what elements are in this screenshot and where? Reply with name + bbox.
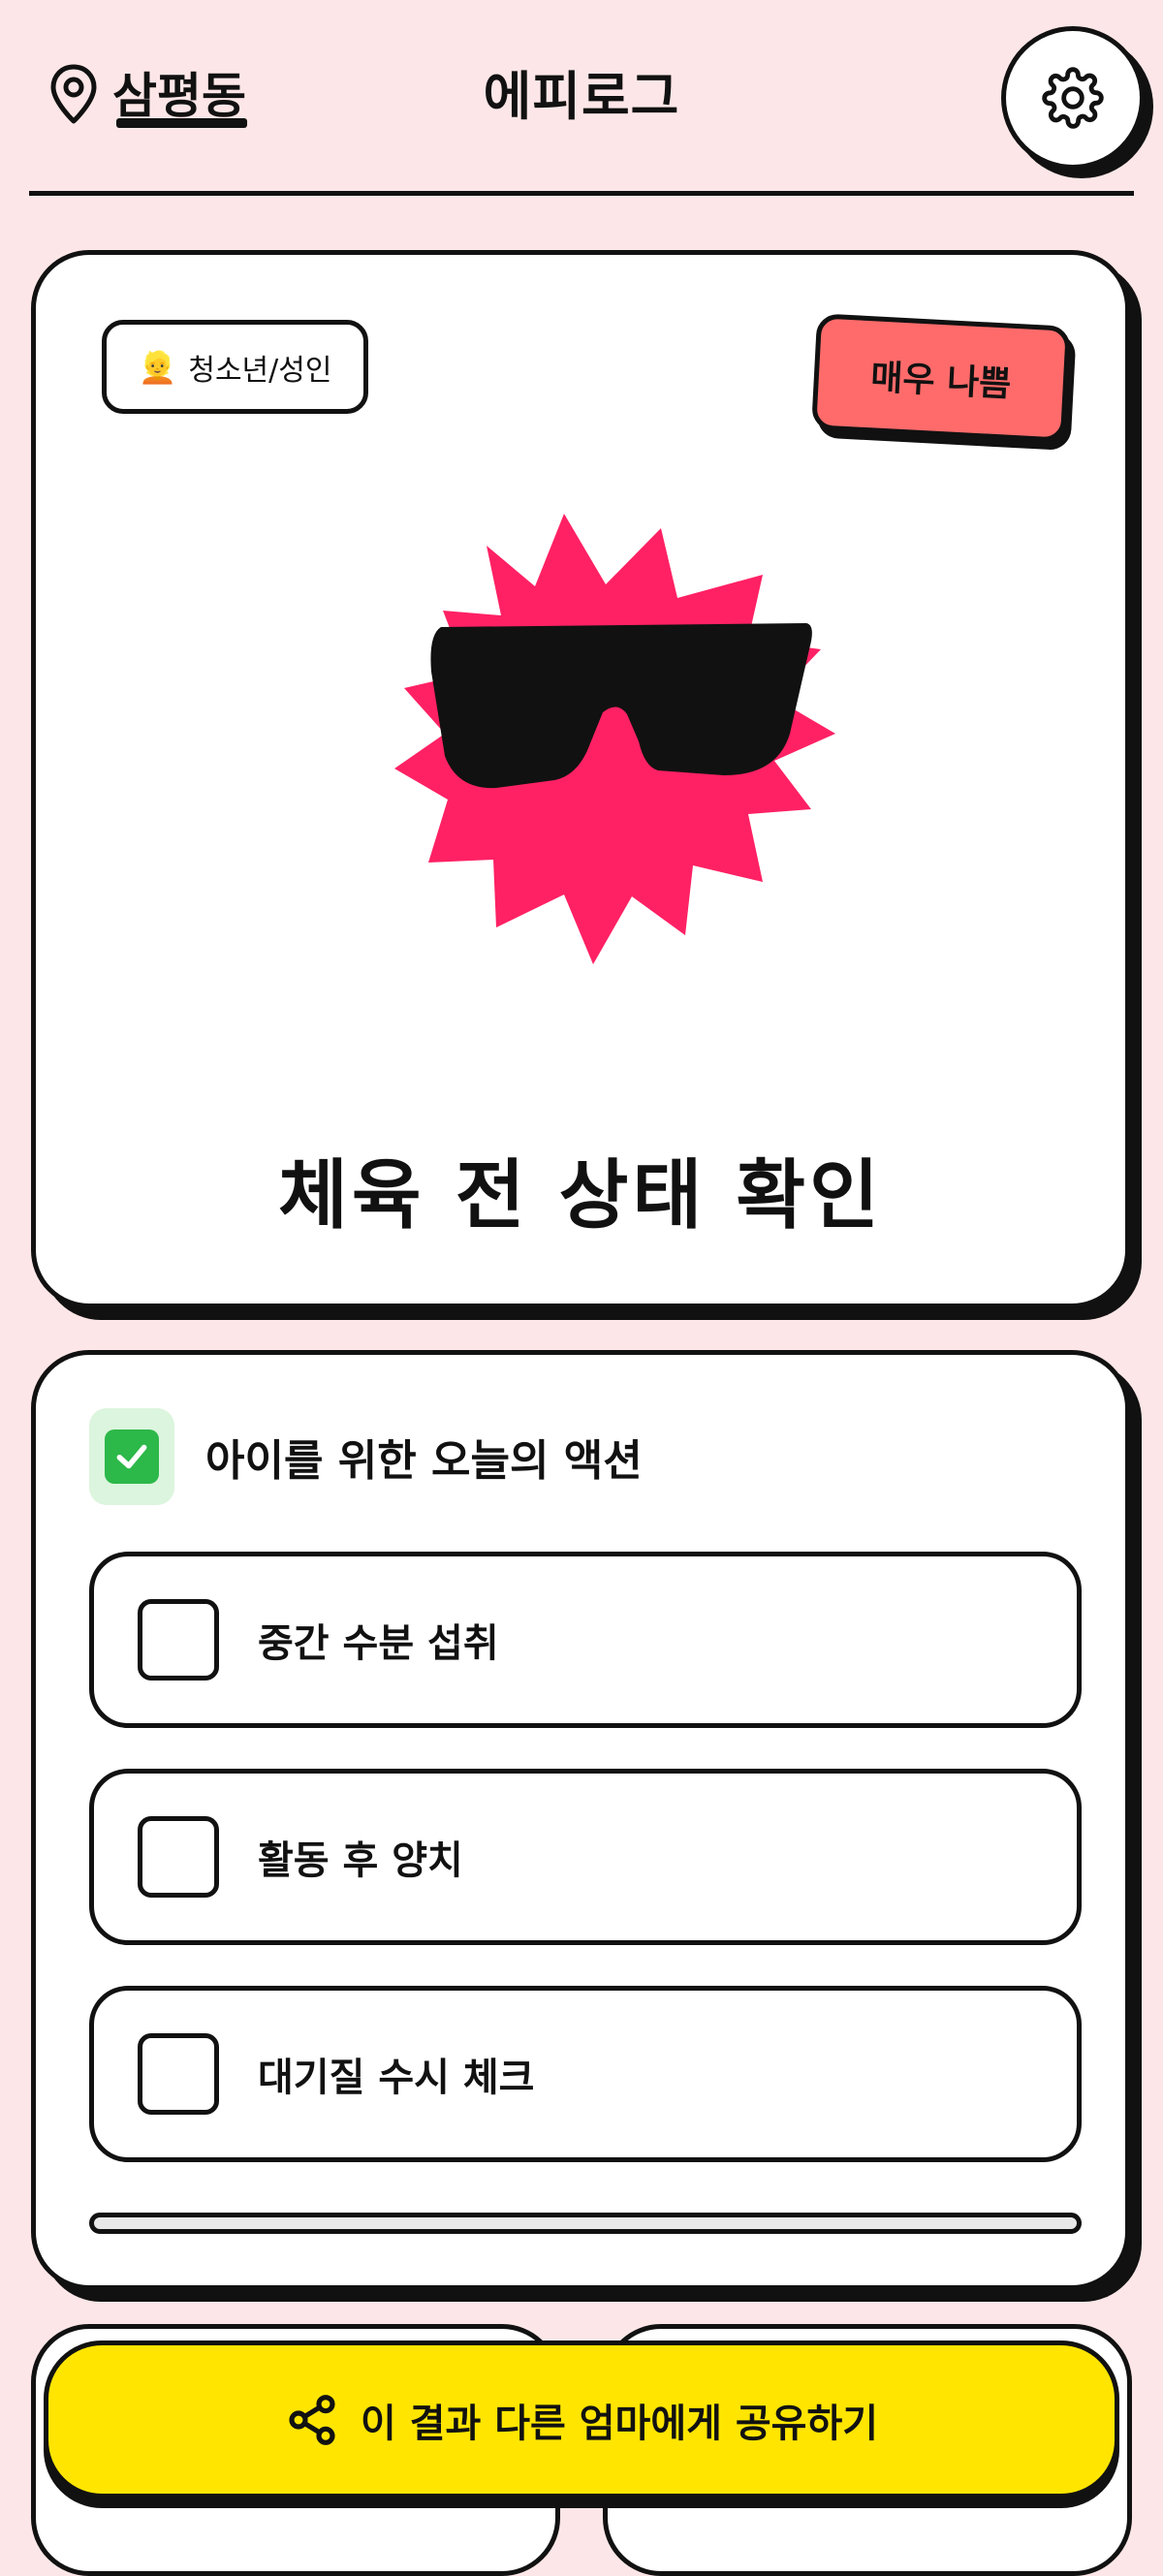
action-label: 중간 수분 섭취 (258, 1621, 499, 1666)
settings-button[interactable] (1001, 26, 1145, 170)
actions-progress-bar (89, 2213, 1082, 2234)
top-bar: 삼평동 에피로그 (0, 0, 1163, 199)
status-badge: 매우 나쁨 (811, 313, 1071, 443)
header-divider (29, 191, 1134, 196)
age-group-chip[interactable]: 👱 청소년/성인 (102, 320, 368, 414)
person-icon: 👱 (138, 348, 177, 386)
section-header: 아이를 위한 오늘의 액션 (89, 1408, 643, 1505)
card-headline: 체육 전 상태 확인 (278, 1152, 883, 1240)
action-checkbox[interactable] (138, 2033, 219, 2115)
share-button[interactable]: 이 결과 다른 엄마에게 공유하기 (44, 2340, 1119, 2498)
action-checkbox[interactable] (138, 1816, 219, 1898)
action-item-hydration[interactable]: 중간 수분 섭취 (89, 1552, 1082, 1728)
section-title: 아이를 위한 오늘의 액션 (205, 1436, 643, 1486)
air-quality-card: 👱 청소년/성인 매우 나쁨 체육 전 상태 확인 (31, 250, 1130, 1308)
age-group-label: 청소년/성인 (188, 353, 332, 388)
action-item-brushing[interactable]: 활동 후 양치 (89, 1769, 1082, 1945)
checkmark-icon (105, 1429, 159, 1484)
gear-icon (1042, 67, 1104, 129)
status-label: 매우 나쁨 (869, 358, 1013, 405)
action-label: 활동 후 양치 (258, 1838, 463, 1883)
action-item-air-check[interactable]: 대기질 수시 체크 (89, 1986, 1082, 2162)
checkmark-badge (89, 1408, 174, 1505)
share-icon (289, 2394, 335, 2445)
daily-actions-card: 아이를 위한 오늘의 액션 중간 수분 섭취 활동 후 양치 대기질 수시 체크 (31, 1350, 1130, 2290)
sun-with-sunglasses-illustration (394, 514, 835, 964)
action-label: 대기질 수시 체크 (258, 2056, 535, 2100)
page-title: 에피로그 (483, 66, 680, 127)
share-label: 이 결과 다른 엄마에게 공유하기 (360, 2401, 879, 2446)
action-checkbox[interactable] (138, 1599, 219, 1681)
